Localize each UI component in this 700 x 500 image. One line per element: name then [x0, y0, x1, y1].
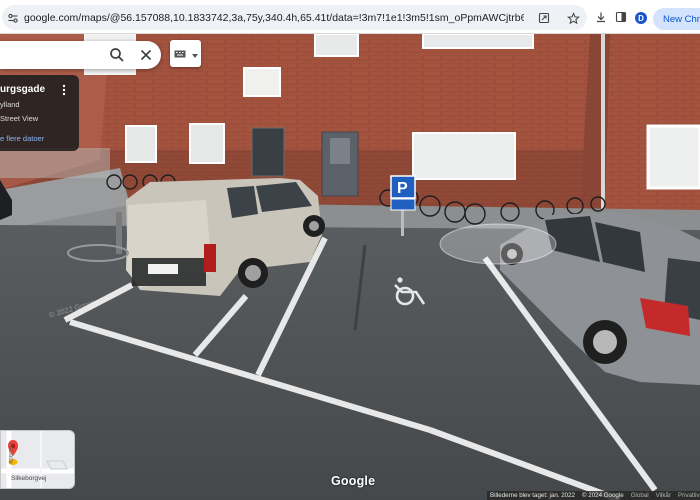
bookmark-star-icon[interactable]	[564, 9, 582, 27]
location-source: Street View	[0, 114, 39, 123]
street-view-image[interactable]: P	[0, 34, 700, 500]
download-icon[interactable]	[592, 8, 610, 26]
keyboard-icon	[174, 45, 186, 63]
search-box[interactable]	[0, 41, 161, 69]
minimap-street-label: nsGade	[7, 443, 13, 465]
url-text[interactable]: google.com/maps/@56.157088,10.1833742,3a…	[24, 12, 524, 24]
see-more-dates-link[interactable]: e flere datoer	[0, 134, 44, 143]
terms-link[interactable]: Vilkår	[656, 492, 671, 499]
svg-text:P: P	[397, 180, 408, 197]
site-info-icon[interactable]	[2, 5, 24, 30]
minimap-road-label: Silkeborgvej	[11, 475, 47, 482]
address-bar[interactable]: google.com/maps/@56.157088,10.1833742,3a…	[2, 5, 587, 30]
street-view-panorama[interactable]: P © 2022 Google	[0, 34, 700, 500]
search-input[interactable]	[4, 46, 104, 64]
location-info-card[interactable]: urgsgade ylland Street View e flere dato…	[0, 75, 79, 151]
share-icon[interactable]	[535, 9, 553, 27]
search-icon[interactable]	[108, 46, 126, 64]
minimap[interactable]: nsGade Silkeborgvej	[0, 430, 75, 489]
location-title: urgsgade	[0, 84, 46, 95]
more-options-icon[interactable]	[59, 83, 69, 97]
close-icon[interactable]	[137, 46, 155, 64]
chevron-down-icon	[192, 45, 198, 63]
browser-toolbar: google.com/maps/@56.157088,10.1833742,3a…	[0, 0, 700, 34]
attribution-footer: Billederne blev taget: jan. 2022 © 2024 …	[487, 491, 700, 500]
privacy-link[interactable]: Privatliv	[678, 492, 700, 499]
location-region: ylland	[0, 100, 20, 109]
avatar-icon[interactable]: D	[635, 12, 647, 24]
copyright: © 2024 Google	[581, 492, 624, 499]
capture-date: Billederne blev taget: jan. 2022	[490, 492, 575, 499]
global-link[interactable]: Global	[631, 492, 649, 499]
sidebar-icon[interactable]	[612, 8, 630, 26]
new-chrome-button[interactable]: New Chrom	[653, 8, 700, 30]
google-logo: Google	[331, 474, 376, 488]
input-tools-button[interactable]	[170, 40, 201, 67]
browser-window: google.com/maps/@56.157088,10.1833742,3a…	[0, 0, 700, 500]
